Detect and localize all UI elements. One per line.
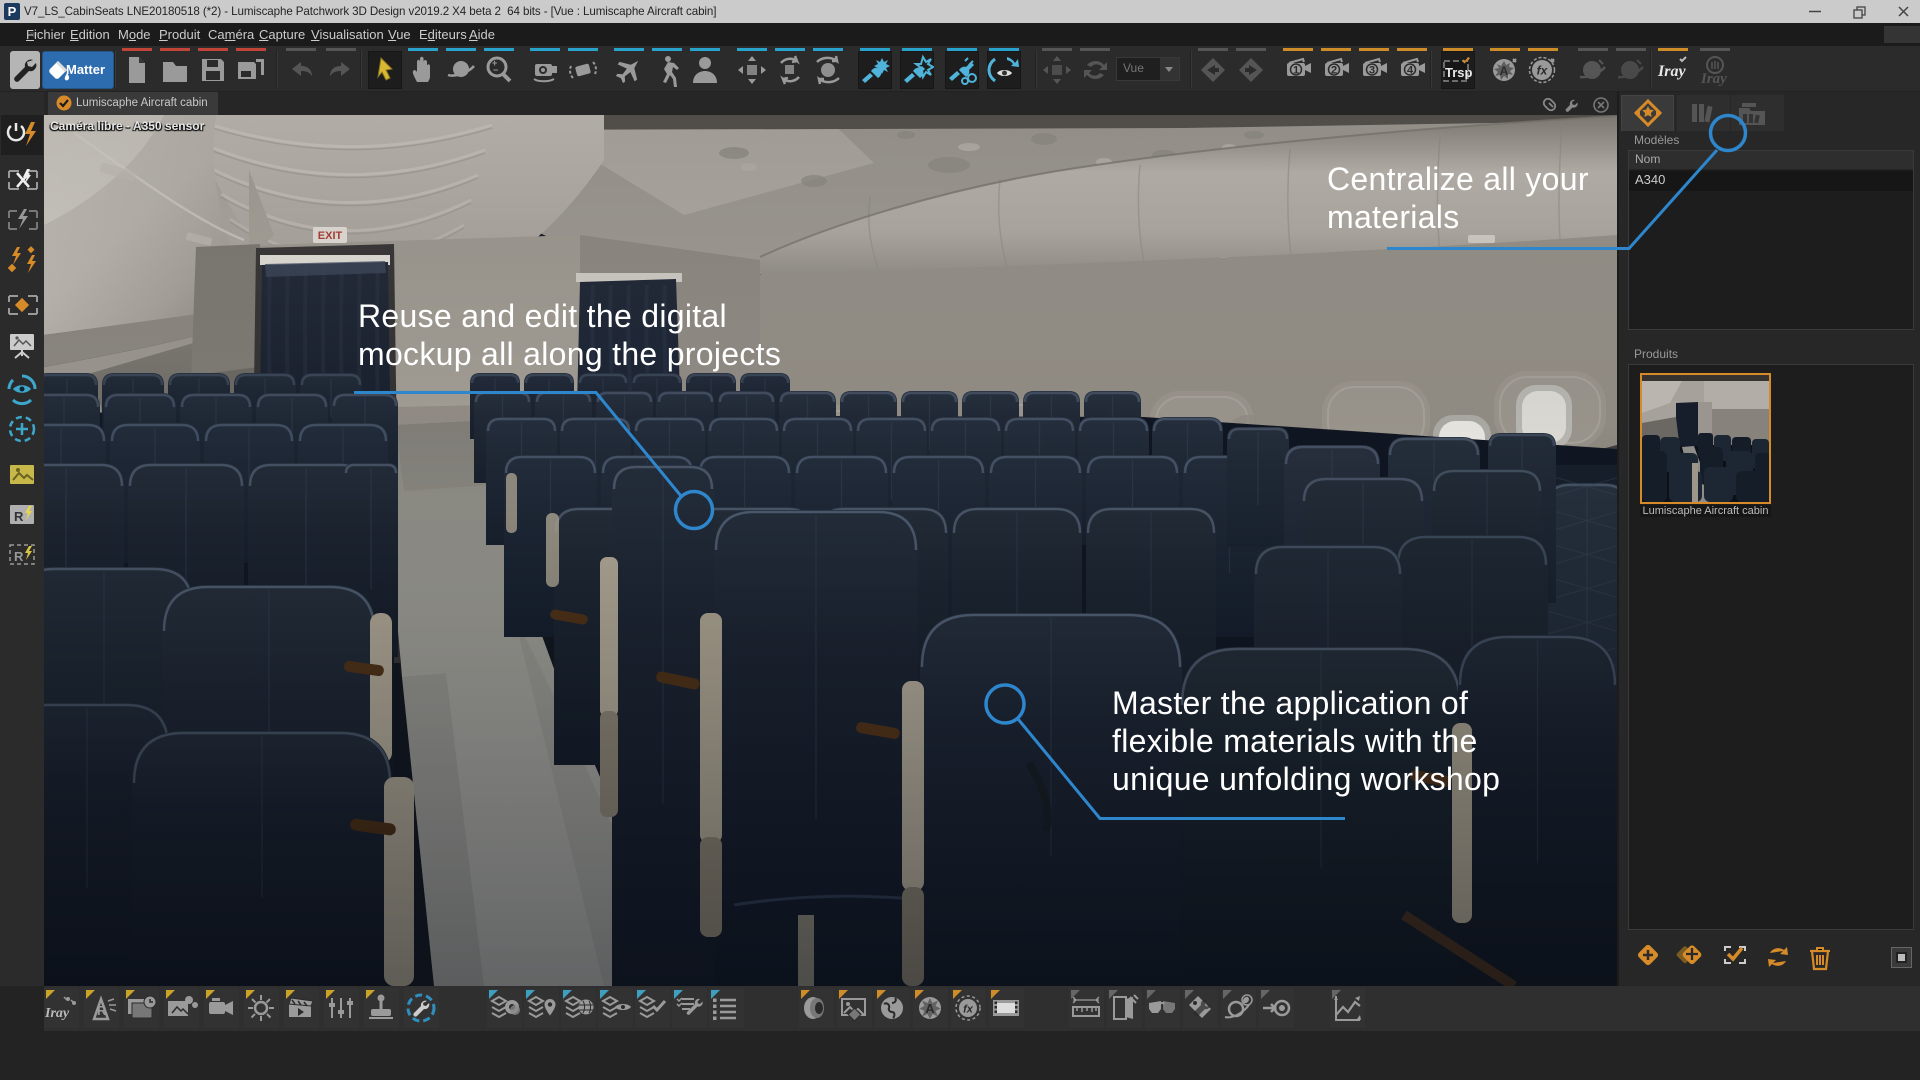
svg-text:R: R [14, 549, 24, 564]
svg-text:R: R [97, 1003, 107, 1018]
svg-text:fx: fx [963, 1004, 974, 1016]
svg-text:4: 4 [1407, 65, 1414, 77]
svg-text:Iray: Iray [1700, 71, 1727, 87]
svg-text:A: A [1500, 64, 1509, 78]
svg-text:A: A [925, 1001, 935, 1016]
svg-text:Trsp: Trsp [1445, 65, 1473, 80]
svg-text:fx: fx [1537, 64, 1549, 78]
svg-text:3: 3 [1369, 65, 1375, 77]
svg-text:1: 1 [1293, 65, 1299, 77]
svg-text:Iray: Iray [44, 1006, 70, 1021]
svg-text:−: − [493, 65, 498, 75]
svg-text:2: 2 [1331, 65, 1337, 77]
svg-text:Iray: Iray [1657, 63, 1686, 80]
svg-text:R: R [14, 509, 24, 524]
